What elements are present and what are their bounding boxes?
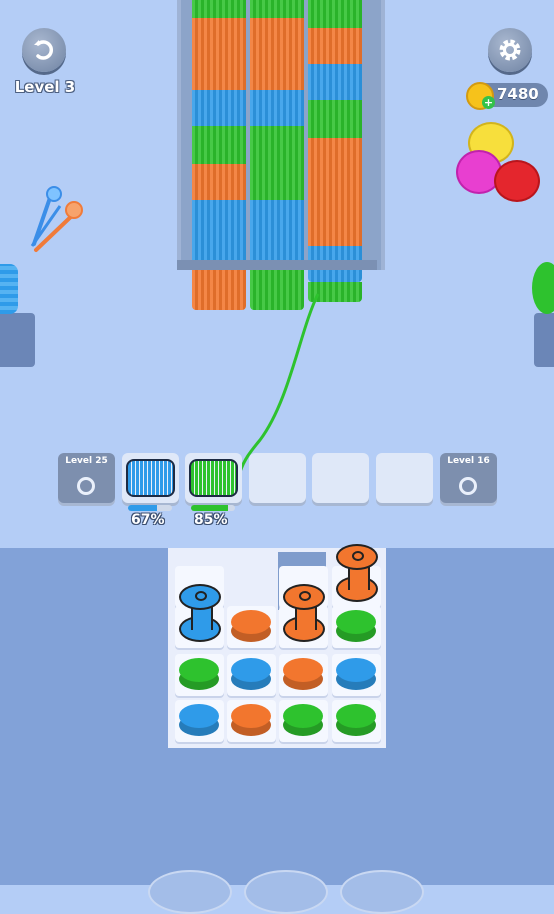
green-spool[interactable] bbox=[336, 610, 376, 642]
blue-spool[interactable] bbox=[336, 658, 376, 690]
empty-slot bbox=[376, 453, 433, 503]
locked-slot[interactable]: Level 16 bbox=[440, 453, 497, 503]
conveyor-edge bbox=[177, 260, 377, 270]
fabric-segment bbox=[250, 200, 304, 260]
locked-slot-label: Level 16 bbox=[447, 456, 490, 466]
fabric-segment bbox=[250, 18, 304, 90]
green-spool[interactable] bbox=[283, 704, 323, 736]
thread-spool-icon bbox=[126, 459, 175, 497]
add-coins-icon[interactable]: + bbox=[482, 96, 495, 109]
fabric-segment bbox=[308, 28, 362, 64]
fabric-segment bbox=[250, 90, 304, 126]
red-button-icon bbox=[494, 160, 540, 202]
locked-slot-label: Level 25 bbox=[65, 456, 108, 466]
spool-percent: 67% bbox=[131, 512, 165, 528]
fabric-segment bbox=[250, 0, 304, 18]
left-shelf bbox=[0, 313, 35, 367]
orange-spool[interactable] bbox=[336, 544, 378, 602]
fabric-segment bbox=[192, 90, 246, 126]
fabric-segment bbox=[192, 164, 246, 200]
green-spool[interactable] bbox=[336, 704, 376, 736]
fabric-segment bbox=[308, 64, 362, 100]
right-shelf bbox=[534, 313, 554, 367]
orange-spool[interactable] bbox=[283, 658, 323, 690]
fabric-segment bbox=[308, 138, 362, 246]
blue-spool[interactable] bbox=[179, 704, 219, 736]
restart-button[interactable] bbox=[22, 28, 66, 72]
fabric-segment bbox=[308, 100, 362, 138]
green-spool[interactable] bbox=[179, 658, 219, 690]
safety-pin-icon bbox=[30, 186, 83, 252]
fabric-segment bbox=[192, 0, 246, 18]
blue-spool[interactable] bbox=[179, 584, 221, 642]
thread-spool-icon bbox=[189, 459, 238, 497]
orange-spool[interactable] bbox=[231, 610, 271, 642]
locked-slot[interactable]: Level 25 bbox=[58, 453, 115, 503]
spool-slot bbox=[122, 453, 179, 503]
lock-icon bbox=[459, 477, 477, 495]
fabric-segment bbox=[192, 126, 246, 164]
booster-button[interactable] bbox=[340, 870, 424, 914]
level-label: Level 3 bbox=[14, 78, 76, 96]
empty-slot bbox=[312, 453, 369, 503]
empty-slot bbox=[249, 453, 306, 503]
fabric-segment bbox=[308, 0, 362, 28]
gear-icon bbox=[499, 39, 521, 61]
spool-progress-bar bbox=[191, 505, 235, 511]
lock-icon bbox=[77, 477, 95, 495]
restart-icon bbox=[34, 40, 54, 60]
green-yarn-icon bbox=[532, 262, 554, 314]
fabric-segment bbox=[192, 18, 246, 90]
spool-slot bbox=[185, 453, 242, 503]
orange-spool[interactable] bbox=[283, 584, 325, 642]
booster-button[interactable] bbox=[148, 870, 232, 914]
orange-spool[interactable] bbox=[231, 704, 271, 736]
spool-progress-bar bbox=[128, 505, 172, 511]
settings-button[interactable] bbox=[488, 28, 532, 72]
spool-percent: 85% bbox=[194, 512, 228, 528]
fabric-segment bbox=[192, 200, 246, 260]
blue-spool[interactable] bbox=[231, 658, 271, 690]
coin-value: 7480 bbox=[497, 85, 539, 103]
booster-button[interactable] bbox=[244, 870, 328, 914]
blue-yarn-icon bbox=[0, 264, 18, 314]
fabric-segment bbox=[250, 126, 304, 200]
thread-line bbox=[238, 293, 320, 473]
